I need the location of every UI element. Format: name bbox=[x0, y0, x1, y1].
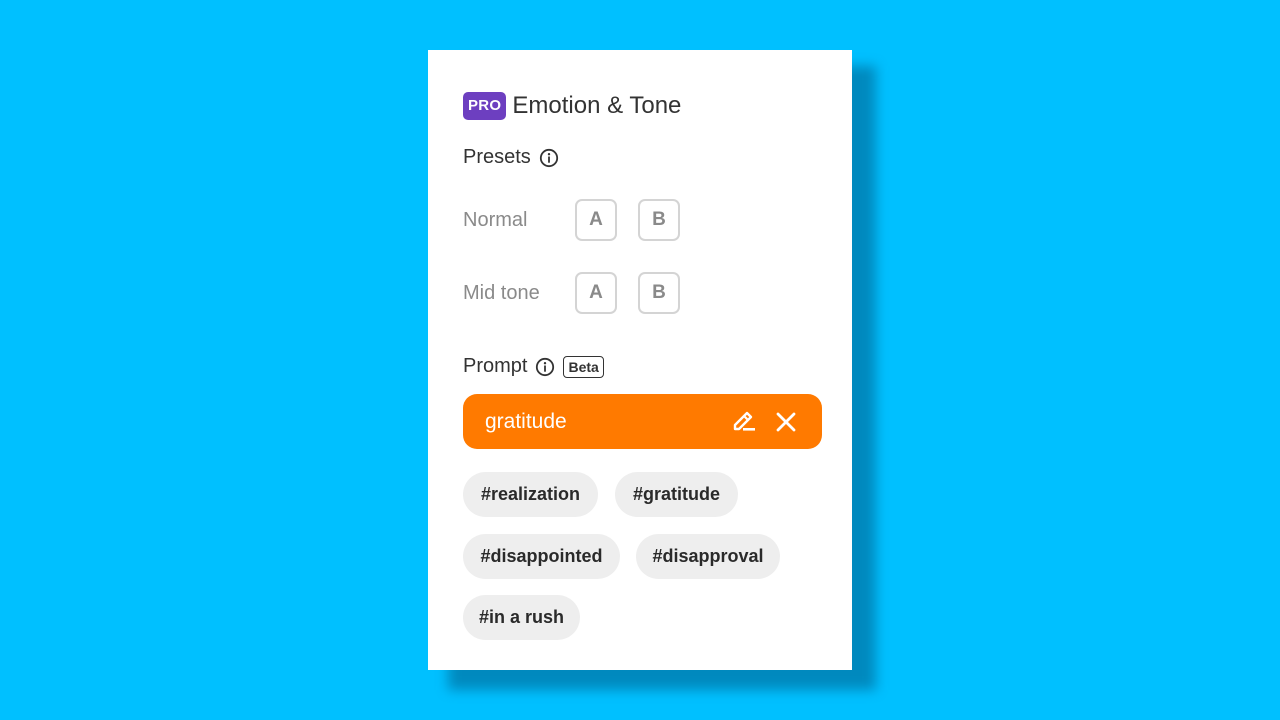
prompt-label: Prompt bbox=[463, 355, 528, 377]
prompt-value-pill[interactable]: gratitude bbox=[463, 394, 822, 449]
beta-badge: Beta bbox=[563, 355, 604, 378]
prompt-value: gratitude bbox=[485, 409, 567, 433]
preset-normal-a-button[interactable]: A bbox=[575, 199, 617, 241]
panel-header: PRO Emotion & Tone bbox=[463, 92, 681, 120]
close-icon[interactable] bbox=[772, 408, 800, 436]
pencil-icon[interactable] bbox=[730, 408, 758, 436]
tag-chip[interactable]: #realization bbox=[463, 472, 598, 517]
background: PRO Emotion & Tone Presets Normal A B Mi… bbox=[0, 0, 1280, 720]
prompt-info-icon[interactable] bbox=[535, 357, 555, 377]
preset-mid-tone-b-button[interactable]: B bbox=[638, 272, 680, 314]
tag-chip[interactable]: #disapproval bbox=[636, 534, 780, 579]
presets-label: Presets bbox=[463, 146, 531, 168]
presets-header: Presets bbox=[463, 146, 559, 169]
presets-info-icon[interactable] bbox=[539, 148, 559, 168]
tag-chip[interactable]: #disappointed bbox=[463, 534, 620, 579]
preset-row-label: Normal bbox=[463, 208, 528, 231]
pro-badge: PRO bbox=[463, 92, 507, 120]
preset-row-normal: Normal A B bbox=[463, 199, 701, 241]
tag-chip[interactable]: #in a rush bbox=[463, 595, 580, 640]
preset-mid-tone-a-button[interactable]: A bbox=[575, 272, 617, 314]
preset-row-label: Mid tone bbox=[463, 281, 540, 304]
preset-row-mid-tone: Mid tone A B bbox=[463, 272, 701, 314]
prompt-header: Prompt Beta bbox=[463, 355, 604, 378]
panel-title: Emotion & Tone bbox=[512, 92, 682, 119]
tag-chip[interactable]: #gratitude bbox=[615, 472, 738, 517]
preset-normal-b-button[interactable]: B bbox=[638, 199, 680, 241]
emotion-tone-panel: PRO Emotion & Tone Presets Normal A B Mi… bbox=[428, 50, 852, 670]
